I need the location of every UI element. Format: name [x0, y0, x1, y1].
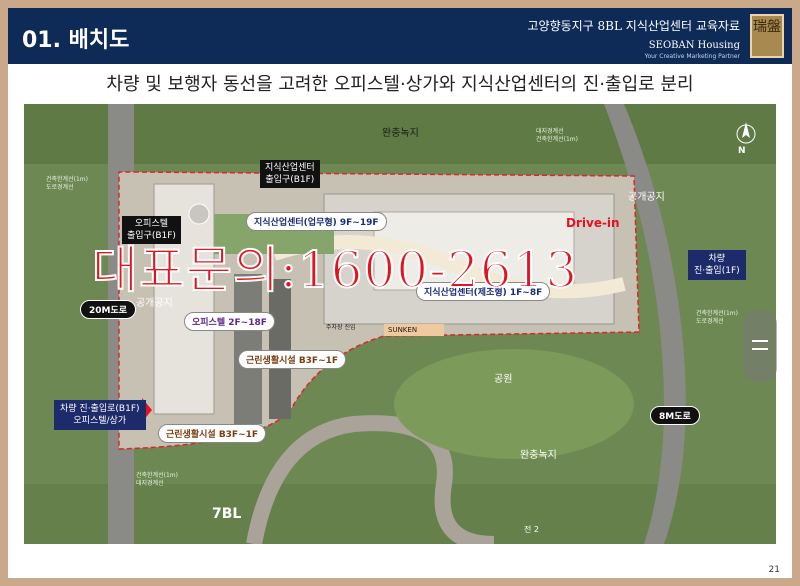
retail-chip-1: 근린생활시설 B3F~1F — [238, 350, 347, 369]
brand-seal-logo: 瑞盤 — [750, 14, 784, 58]
buffer-green-bottom-label: 완충녹지 — [520, 450, 557, 461]
officetel-chip: 오피스텔 2F~18F — [184, 312, 275, 331]
slide-nav-handle[interactable] — [743, 310, 777, 382]
brand-name: SEOBAN Housing — [648, 40, 740, 51]
boundary-note-right: 건축한계선(1m) 도로경계선 — [696, 310, 738, 325]
block-7-label: 7BL — [212, 506, 242, 522]
road-8m-badge: 8M도로 — [650, 406, 700, 425]
boundary-note-top: 대지경계선 건축한계선(1m) — [536, 128, 578, 143]
sunken-label: SUNKEN — [388, 326, 418, 334]
buffer-green-top-label: 완충녹지 — [382, 128, 419, 139]
brand-tagline: Your Creative Marketing Partner — [644, 53, 740, 60]
retail-chip-2: 근린생활시설 B3F~1F — [158, 424, 267, 443]
brand-block: 고양향동지구 8BL 지식산업센터 교육자료 SEOBAN Housing Yo… — [527, 17, 740, 60]
map-caption: 전 2 — [524, 525, 539, 534]
boundary-note-bottom: 건축한계선(1m) 대지경계선 — [136, 472, 178, 487]
header-bar: 01. 배치도 고양향동지구 8BL 지식산업센터 교육자료 SEOBAN Ho… — [8, 8, 792, 64]
road-20m-badge: 20M도로 — [80, 300, 137, 319]
site-plan-map: 완충녹지 공원 완충녹지 공개공지 공개공지 SUNKEN 주차장 진입 7BL… — [24, 104, 776, 544]
kic-vehicle-entrance-tag: 차량 진·출입(1F) — [688, 250, 746, 280]
kic-entrance-tag: 지식산업센터 출입구(B1F) — [260, 160, 320, 188]
contact-watermark: 대표문의:1600-2613 — [91, 240, 579, 300]
menu-line-icon — [752, 340, 768, 342]
page-number: 21 — [768, 565, 780, 575]
boundary-note-left: 건축한계선(1m) 도로경계선 — [46, 176, 88, 191]
park-label: 공원 — [494, 374, 513, 385]
public-space-right-label: 공개공지 — [628, 192, 665, 203]
page-subtitle: 차량 및 보행자 동선을 고려한 오피스텔·상가와 지식산업센터의 진·출입로 … — [106, 74, 694, 95]
slide: 01. 배치도 고양향동지구 8BL 지식산업센터 교육자료 SEOBAN Ho… — [8, 8, 792, 578]
kic-office-chip: 지식산업센터(업무형) 9F~19F — [246, 212, 387, 231]
menu-line-icon — [752, 348, 768, 350]
drive-in-label: Drive-in — [566, 216, 620, 230]
section-title: 01. 배치도 — [22, 28, 130, 53]
parking-entrance-label: 주차장 진입 — [326, 324, 356, 331]
document-title: 고양향동지구 8BL 지식산업센터 교육자료 — [527, 19, 740, 33]
north-arrow-label: N — [738, 146, 746, 156]
vehicle-entrance-tag: 차량 진·출입로(B1F) 오피스텔/상가 — [54, 400, 146, 430]
